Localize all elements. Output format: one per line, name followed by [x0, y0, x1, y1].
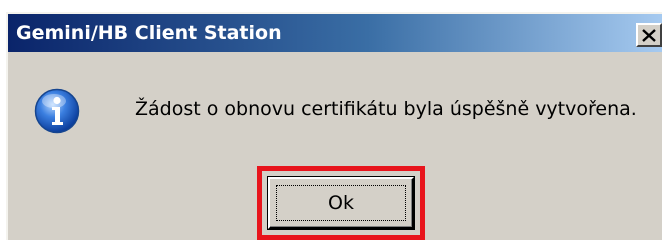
- ok-focus-rect: Ok: [276, 185, 406, 221]
- ok-button[interactable]: Ok: [268, 177, 414, 229]
- ok-button-label: Ok: [328, 192, 354, 214]
- message-text: Žádost o obnovu certifikátu byla úspěšně…: [135, 98, 637, 120]
- window-title: Gemini/HB Client Station: [16, 22, 282, 44]
- title-bar[interactable]: Gemini/HB Client Station: [8, 14, 662, 52]
- close-icon: [642, 28, 656, 42]
- info-icon: [34, 88, 80, 134]
- close-button[interactable]: [636, 23, 662, 47]
- dialog-window: Gemini/HB Client Station Žádost o obnovu…: [6, 12, 662, 240]
